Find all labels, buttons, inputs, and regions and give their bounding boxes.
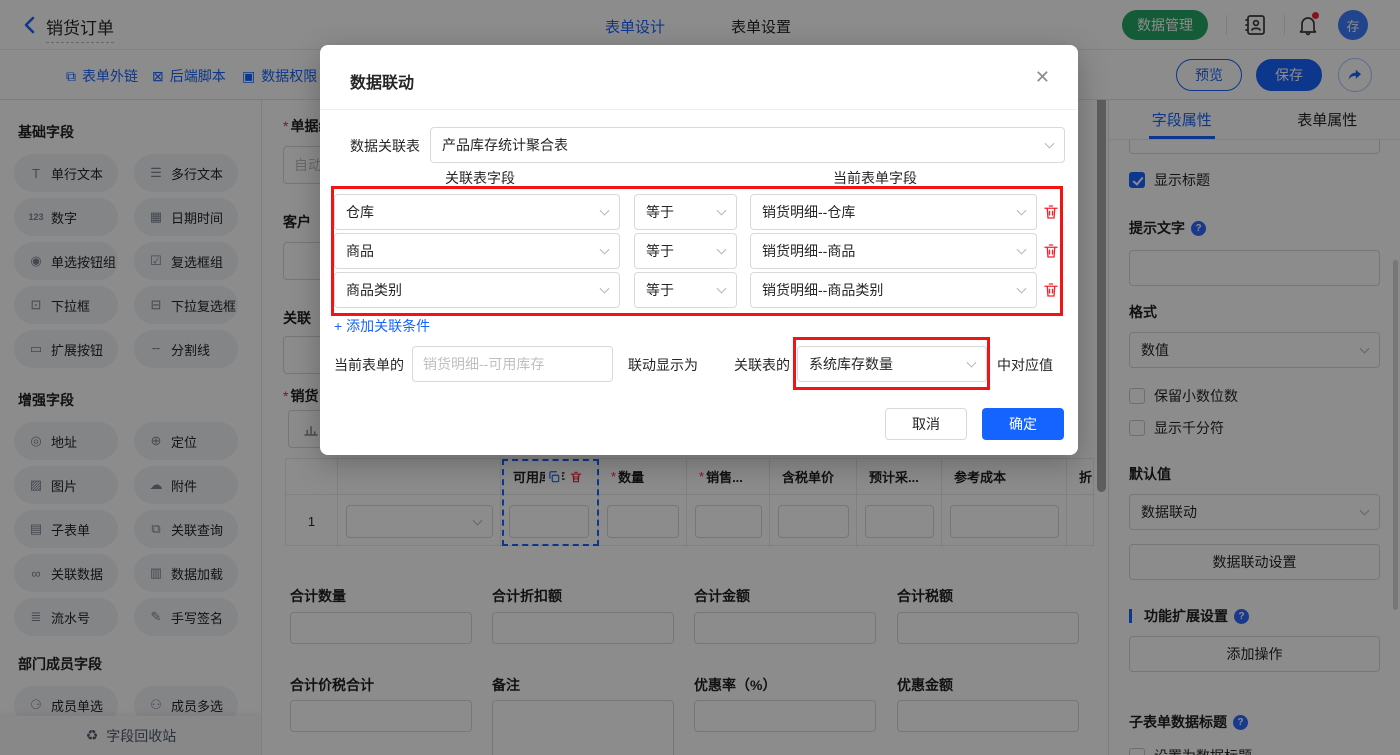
relation-table-select[interactable]: 产品库存统计聚合表 (430, 127, 1065, 163)
select-value: 销货明细--仓库 (762, 204, 856, 220)
select-value: 商品类别 (346, 282, 402, 298)
operator-select[interactable]: 等于 (634, 233, 737, 269)
select-value: 系统库存数量 (809, 356, 893, 372)
delete-condition-icon[interactable] (1042, 281, 1060, 299)
chevron-down-icon (1016, 283, 1027, 294)
select-value: 等于 (646, 204, 674, 220)
chevron-down-icon (716, 205, 727, 216)
select-value: 仓库 (346, 204, 374, 220)
cancel-button[interactable]: 取消 (885, 408, 967, 440)
select-value: 销货明细--商品 (762, 243, 856, 259)
chevron-down-icon (1044, 138, 1055, 149)
relation-table-label: 数据关联表 (350, 138, 420, 154)
modal-header-divider (320, 109, 1078, 110)
chevron-down-icon (1016, 244, 1027, 255)
select-value: 商品 (346, 243, 374, 259)
select-value: 等于 (646, 282, 674, 298)
form-field-select[interactable]: 销货明细--仓库 (750, 194, 1037, 230)
relation-field-select[interactable]: 仓库 (334, 194, 620, 230)
delete-condition-icon[interactable] (1042, 242, 1060, 260)
sentence-suffix: 中对应值 (997, 357, 1053, 373)
relation-table-select-value: 产品库存统计聚合表 (442, 137, 568, 153)
modal-title: 数据联动 (350, 75, 415, 92)
close-icon[interactable]: ✕ (1035, 67, 1050, 88)
form-field-select[interactable]: 销货明细--商品类别 (750, 272, 1037, 308)
linkage-value-select[interactable]: 系统库存数量 (797, 346, 987, 382)
form-field-select[interactable]: 销货明细--商品 (750, 233, 1037, 269)
chevron-down-icon (599, 244, 610, 255)
sentence-of-table: 关联表的 (734, 357, 790, 373)
select-value: 等于 (646, 243, 674, 259)
data-linkage-modal: 数据联动 ✕ 数据关联表 产品库存统计聚合表 关联表字段 当前表单字段 仓库 等… (320, 45, 1078, 455)
operator-select[interactable]: 等于 (634, 194, 737, 230)
sentence-middle: 联动显示为 (628, 357, 698, 373)
confirm-button[interactable]: 确定 (982, 408, 1064, 440)
delete-condition-icon[interactable] (1042, 203, 1060, 221)
operator-select[interactable]: 等于 (634, 272, 737, 308)
chevron-down-icon (716, 283, 727, 294)
current-field-input[interactable] (412, 346, 613, 382)
relation-field-select[interactable]: 商品 (334, 233, 620, 269)
chevron-down-icon (716, 244, 727, 255)
sentence-prefix: 当前表单的 (334, 357, 404, 373)
chevron-down-icon (599, 205, 610, 216)
chevron-down-icon (599, 283, 610, 294)
add-condition-link[interactable]: + 添加关联条件 (334, 316, 430, 336)
select-value: 销货明细--商品类别 (762, 282, 884, 298)
column-header-relation-fields: 关联表字段 (445, 170, 515, 186)
chevron-down-icon (1016, 205, 1027, 216)
relation-field-select[interactable]: 商品类别 (334, 272, 620, 308)
chevron-down-icon (966, 357, 977, 368)
column-header-current-form-fields: 当前表单字段 (833, 170, 917, 186)
